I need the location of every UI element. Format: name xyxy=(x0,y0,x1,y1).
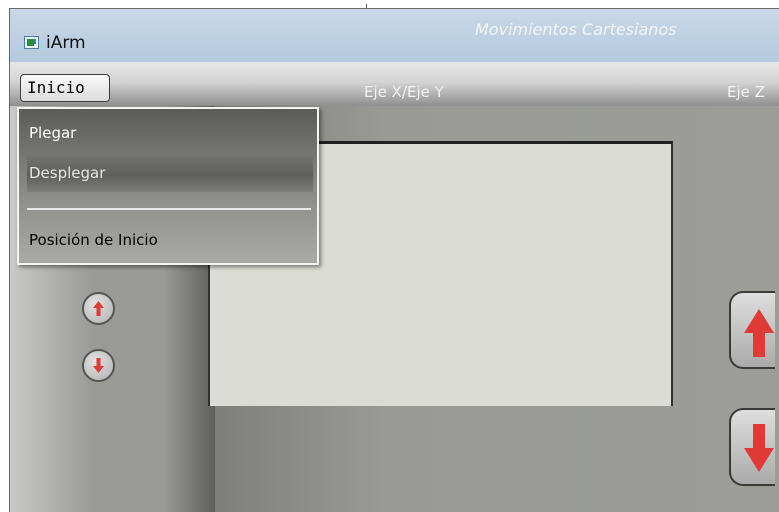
arrow-down-icon xyxy=(744,424,774,472)
z-down-button[interactable] xyxy=(729,408,775,486)
axis-z-label: Eje Z xyxy=(727,83,765,101)
inicio-dropdown-menu: Plegar Desplegar Posición de Inicio xyxy=(17,107,319,265)
arrow-up-icon xyxy=(93,301,104,316)
menu-separator xyxy=(27,208,311,210)
menu-item-desplegar[interactable]: Desplegar xyxy=(29,164,105,182)
cartesian-movements-heading: Movimientos Cartesianos xyxy=(475,20,677,39)
axis-xy-label: Eje X/Eje Y xyxy=(364,83,444,101)
menu-inicio[interactable]: Inicio xyxy=(20,74,110,102)
window-title: iArm xyxy=(46,33,86,53)
arrow-up-icon xyxy=(744,309,774,357)
app-window-icon[interactable] xyxy=(24,36,39,49)
menu-item-plegar[interactable]: Plegar xyxy=(29,124,76,142)
cursor-mark xyxy=(366,4,367,8)
menu-item-posicion-inicio[interactable]: Posición de Inicio xyxy=(29,231,158,249)
arrow-down-icon xyxy=(93,358,104,373)
z-up-button[interactable] xyxy=(729,291,775,369)
move-down-button[interactable] xyxy=(82,349,115,382)
move-up-button[interactable] xyxy=(82,292,115,325)
